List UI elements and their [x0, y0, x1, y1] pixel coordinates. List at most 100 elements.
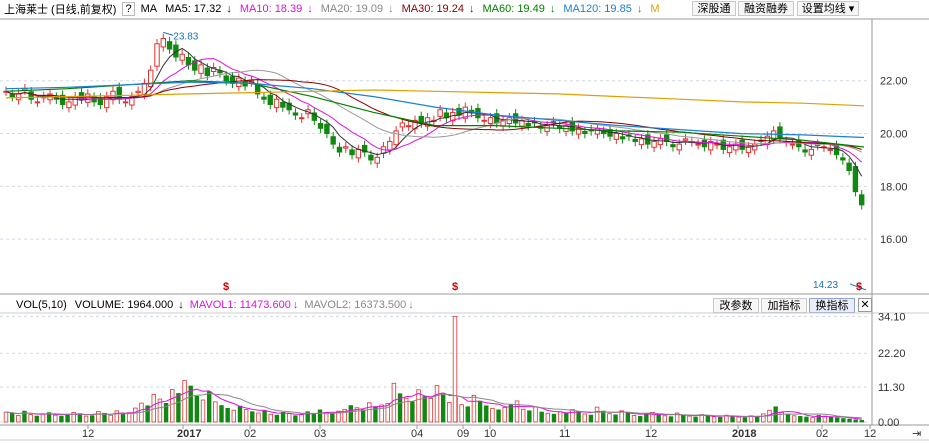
vol-y-tick-label: 34.10 — [878, 311, 906, 323]
volume-bar — [65, 413, 70, 423]
y-tick-label: 16.00 — [880, 234, 908, 246]
candle-body — [387, 140, 393, 151]
volume-bar — [206, 391, 212, 423]
volume-bar — [299, 414, 304, 423]
candle-body — [399, 122, 406, 128]
high-annotation-pointer — [163, 31, 174, 36]
volume-bar — [108, 414, 113, 423]
volume-bar — [268, 413, 273, 423]
volume-spike-bar — [452, 315, 458, 423]
volume-bar — [564, 412, 569, 423]
volume-bar — [243, 409, 249, 423]
volume-bar — [656, 414, 661, 423]
candle-body — [619, 136, 626, 140]
volume-bar — [323, 412, 329, 423]
volume-bar — [120, 413, 126, 423]
candle-body — [273, 98, 280, 109]
volume-bar — [410, 401, 415, 423]
volume-bar — [293, 415, 298, 423]
volume-bar — [59, 416, 64, 423]
volume-bar — [256, 412, 261, 423]
volume-bar — [391, 382, 397, 423]
volume-bar — [754, 416, 760, 423]
volume-bar — [16, 415, 21, 423]
candle-body — [846, 162, 852, 172]
volume-bar — [219, 405, 224, 423]
volume-bar — [465, 406, 470, 423]
candle-body — [695, 143, 701, 146]
candle-body — [135, 90, 141, 94]
candle-body — [487, 117, 494, 125]
volume-bar — [576, 411, 581, 423]
volume-bar — [798, 416, 803, 423]
volume-bar — [791, 415, 797, 423]
ma30-line — [5, 79, 862, 150]
volume-bar — [742, 417, 748, 423]
candle-body — [544, 125, 550, 132]
volume-bar — [317, 409, 323, 423]
candle-body — [15, 93, 22, 101]
volume-bar — [262, 410, 267, 423]
volume-bar — [804, 416, 809, 423]
volume-bar — [237, 405, 243, 423]
candle-body — [859, 194, 865, 206]
candle-body — [789, 143, 796, 146]
volume-bar — [828, 416, 834, 423]
candle-body — [368, 154, 374, 161]
volume-bar — [761, 413, 766, 423]
candle-body — [292, 112, 299, 116]
volume-bar — [447, 402, 452, 423]
candle-body — [204, 67, 211, 76]
volume-bar — [853, 419, 858, 423]
volume-bar — [718, 416, 723, 423]
volume-bar — [588, 414, 594, 423]
candle-body — [198, 64, 204, 74]
x-tick-label: 03 — [314, 428, 326, 440]
volume-bar — [176, 393, 181, 423]
volume-bar — [213, 401, 218, 423]
volume-bar — [859, 420, 865, 423]
volume-bar — [3, 411, 9, 423]
volume-bar — [570, 409, 575, 423]
volume-bar — [360, 409, 366, 423]
volume-bar — [835, 417, 840, 423]
candle-body — [827, 148, 833, 151]
volume-bar — [625, 412, 631, 423]
volume-bar — [311, 412, 317, 423]
volume-bar — [422, 396, 427, 423]
volume-bar — [785, 413, 791, 423]
x-tick-label: 2018 — [732, 428, 756, 440]
candle-body — [752, 143, 758, 151]
dividend-marker-icon: $ — [223, 281, 229, 293]
volume-bar — [810, 417, 815, 423]
y-tick-label: 18.00 — [880, 181, 908, 193]
candle-body — [343, 146, 349, 149]
volume-bar — [662, 415, 668, 423]
y-tick-label: 20.00 — [880, 129, 908, 141]
candle-body — [651, 140, 657, 148]
candle-body — [405, 125, 412, 128]
candle-body — [28, 91, 34, 100]
volume-bar — [348, 405, 353, 423]
candle-body — [299, 117, 305, 120]
volume-bar — [551, 413, 557, 423]
x-tick-label: 12 — [82, 428, 94, 440]
volume-bar — [28, 414, 33, 423]
volume-bar — [637, 416, 643, 423]
candle-body — [122, 101, 129, 104]
candle-body — [525, 123, 531, 127]
volume-bar — [231, 409, 237, 423]
volume-bar — [545, 412, 551, 423]
volume-bar — [841, 418, 846, 423]
candle-body — [682, 138, 689, 141]
volume-bar — [379, 404, 384, 423]
candle-body — [613, 133, 620, 140]
volume-bar — [194, 395, 200, 423]
volume-bar — [594, 406, 600, 423]
candle-body — [66, 101, 72, 109]
candle-body — [336, 146, 343, 153]
volume-bar — [730, 415, 735, 423]
volume-bar — [557, 411, 563, 423]
volume-bar — [607, 413, 612, 423]
candle-body — [657, 138, 664, 146]
